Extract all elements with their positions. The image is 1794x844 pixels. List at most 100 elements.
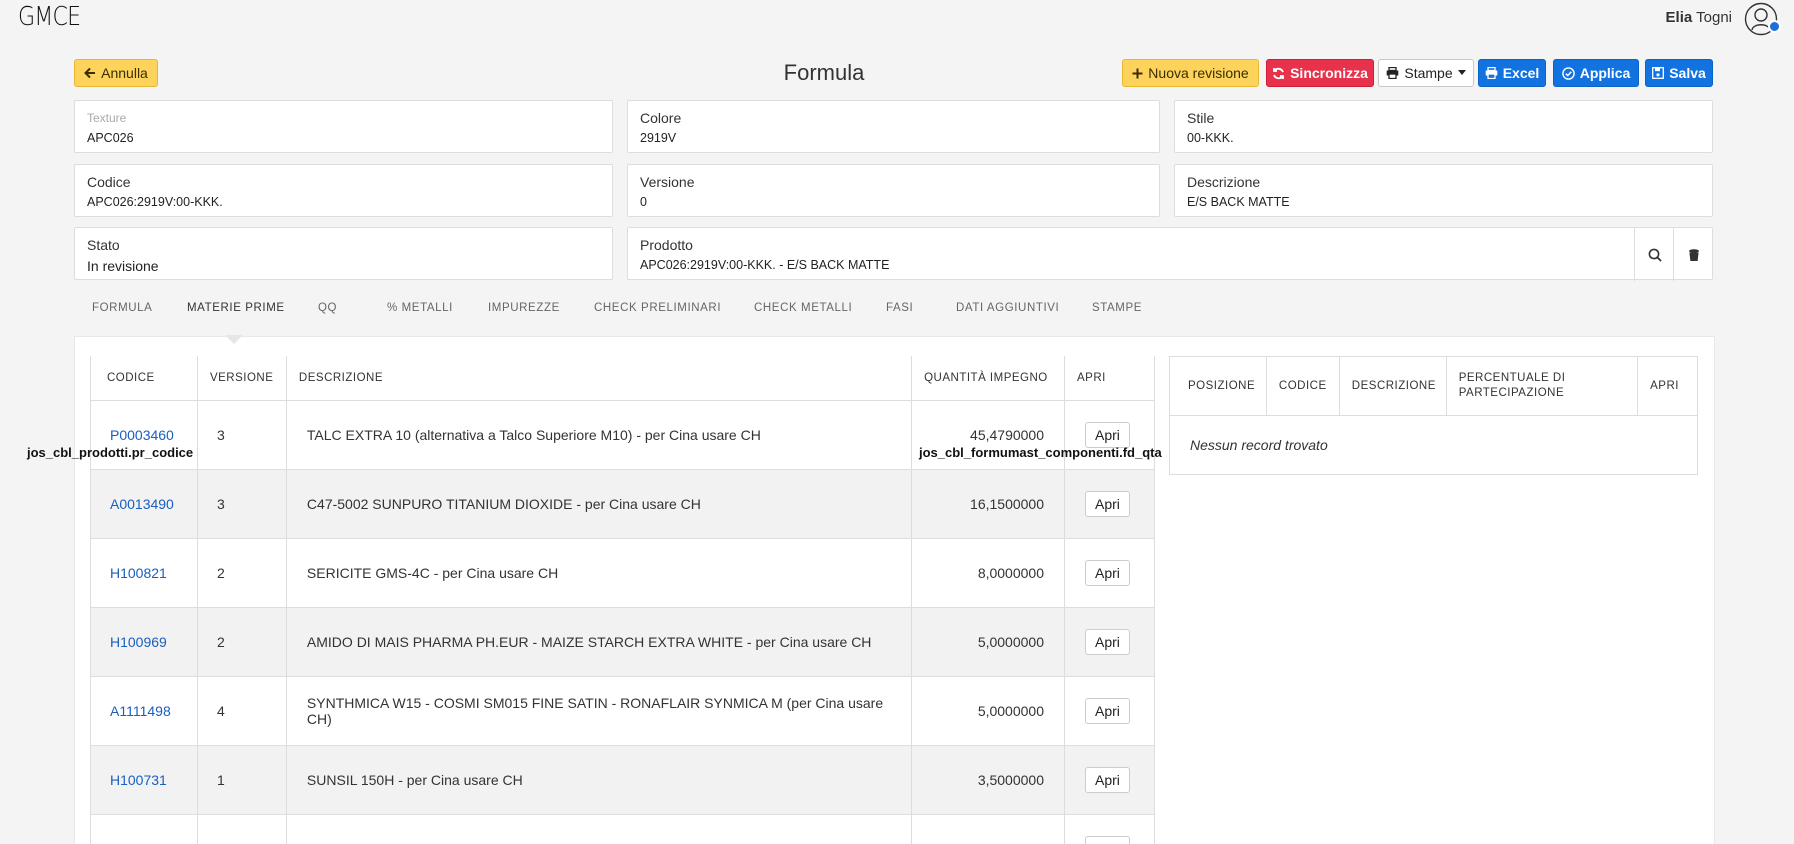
open-button[interactable]: Apri [1085, 421, 1130, 448]
row-open-cell: Apri [1064, 745, 1155, 815]
tab-check-preliminari[interactable]: CHECK PRELIMINARI [594, 302, 721, 314]
user-first-name: Elia [1665, 9, 1693, 26]
clear-button[interactable] [1673, 228, 1713, 281]
row-code-link[interactable]: A0013490 [90, 469, 198, 539]
save-icon [1652, 67, 1665, 79]
row-code-link[interactable]: H100731 [90, 745, 198, 815]
plus-icon [1132, 68, 1143, 78]
new-revision-label: Nuova revisione [1148, 65, 1249, 81]
excel-button[interactable]: Excel [1478, 59, 1546, 87]
table-row: H100731 1 SUNSIL 150H - per Cina usare C… [90, 745, 1155, 815]
stile-label: Stile [1187, 110, 1215, 126]
tab-stampe[interactable]: STAMPE [1092, 302, 1142, 314]
prodotto-label: Prodotto [640, 237, 693, 253]
printer-icon [1387, 67, 1399, 79]
stato-value: In revisione [87, 258, 159, 274]
print-dropdown-button[interactable]: Stampe [1378, 59, 1474, 87]
row-code-link[interactable]: H100969 [90, 607, 198, 677]
col-header-quantita[interactable]: QUANTITÀ IMPEGNO [911, 356, 1065, 401]
descrizione-label: Descrizione [1187, 174, 1261, 190]
sync-icon [1273, 67, 1284, 79]
trash-icon [1688, 248, 1699, 261]
col-header-codice[interactable]: CODICE [1265, 356, 1340, 416]
tab-materie-prime[interactable]: MATERIE PRIME [187, 302, 285, 314]
row-open-cell: Apri [1064, 607, 1155, 677]
search-button[interactable] [1634, 228, 1674, 281]
versione-field[interactable]: Versione 0 [627, 164, 1160, 217]
codice-field[interactable]: Codice APC026:2919V:00-KKK. [74, 164, 613, 217]
materials-table: CODICE VERSIONE DESCRIZIONE QUANTITÀ IMP… [90, 356, 1155, 844]
col-header-percentuale[interactable]: PERCENTUALE DI PARTECIPAZIONE [1445, 356, 1639, 416]
cancel-label: Annulla [101, 65, 148, 81]
status-dot [1768, 20, 1781, 33]
tab-qq[interactable]: QQ [318, 302, 337, 314]
row-code-link[interactable]: A1111498 [90, 676, 198, 746]
row-open-cell: Apri [1064, 814, 1155, 844]
row-qty: 3,5000000 [911, 745, 1065, 815]
table-header-row: CODICE VERSIONE DESCRIZIONE QUANTITÀ IMP… [90, 356, 1155, 401]
codice-label: Codice [87, 174, 131, 190]
empty-row: Nessun record trovato [1169, 415, 1698, 475]
print-label: Stampe [1404, 65, 1453, 81]
row-open-cell: Apri [1064, 469, 1155, 539]
descrizione-value: E/S BACK MATTE [1187, 195, 1290, 209]
row-code-link[interactable]: H1003064 [90, 814, 198, 844]
excel-label: Excel [1502, 65, 1540, 81]
sync-label: Sincronizza [1290, 65, 1368, 81]
tab-formula[interactable]: FORMULA [92, 302, 152, 314]
active-tab-caret [225, 335, 243, 344]
caret-down-icon [1457, 70, 1466, 75]
row-qty: 16,1500000 [911, 469, 1065, 539]
tab-impurezze[interactable]: IMPUREZZE [488, 302, 560, 314]
cancel-button[interactable]: Annulla [74, 59, 158, 87]
apply-button[interactable]: Applica [1553, 59, 1639, 87]
stato-label: Stato [87, 237, 120, 253]
col-header-descrizione[interactable]: DESCRIZIONE [1338, 356, 1447, 416]
row-code-link[interactable]: H100821 [90, 538, 198, 608]
col-header-codice[interactable]: CODICE [90, 356, 198, 401]
colore-field[interactable]: Colore 2919V [627, 100, 1160, 153]
side-header-row: POSIZIONE CODICE DESCRIZIONE PERCENTUALE… [1169, 356, 1698, 416]
row-description: AMIDO DI MAIS PHARMA PH.EUR - MAIZE STAR… [286, 607, 913, 677]
stato-field[interactable]: Stato In revisione [74, 227, 613, 280]
row-version: 4 [197, 676, 287, 746]
open-button[interactable]: Apri [1085, 766, 1130, 793]
open-button[interactable]: Apri [1085, 835, 1130, 844]
code-field-overlay-label: jos_cbl_prodotti.pr_codice [27, 445, 194, 460]
col-header-versione[interactable]: VERSIONE [197, 356, 287, 401]
tab-dati-aggiuntivi[interactable]: DATI AGGIUNTIVI [956, 302, 1059, 314]
col-header-posizione[interactable]: POSIZIONE [1169, 356, 1267, 416]
texture-field[interactable]: Texture APC026 [74, 100, 613, 153]
arrow-left-icon [84, 67, 96, 79]
tab-check-metalli[interactable]: CHECK METALLI [754, 302, 852, 314]
page-title: Formula [783, 60, 865, 85]
open-button[interactable]: Apri [1085, 628, 1130, 655]
tab-metalli[interactable]: % METALLI [387, 302, 453, 314]
save-button[interactable]: Salva [1645, 59, 1713, 87]
open-button[interactable]: Apri [1085, 697, 1130, 724]
row-description: DRY-FLO TS - per Cina usare CH [286, 814, 913, 844]
search-icon [1648, 248, 1662, 262]
versione-value: 0 [640, 195, 647, 209]
user-name[interactable]: Elia Togni [1666, 9, 1732, 26]
open-button[interactable]: Apri [1085, 559, 1130, 586]
prodotto-field[interactable]: Prodotto APC026:2919V:00-KKK. - E/S BACK… [627, 227, 1713, 281]
apply-label: Applica [1579, 65, 1631, 81]
new-revision-button[interactable]: Nuova revisione [1122, 59, 1259, 87]
open-button[interactable]: Apri [1085, 490, 1130, 517]
save-label: Salva [1669, 65, 1706, 81]
empty-message: Nessun record trovato [1169, 415, 1698, 475]
row-qty: 3,0000000 [911, 814, 1065, 844]
tab-fasi[interactable]: FASI [886, 302, 913, 314]
stile-field[interactable]: Stile 00-KKK. [1174, 100, 1713, 153]
table-row: H100969 2 AMIDO DI MAIS PHARMA PH.EUR - … [90, 607, 1155, 677]
table-row: A0013490 3 C47-5002 SUNPURO TITANIUM DIO… [90, 469, 1155, 539]
row-description: C47-5002 SUNPURO TITANIUM DIOXIDE - per … [286, 469, 913, 539]
texture-value: APC026 [87, 131, 134, 145]
table-row: H1003064 2 DRY-FLO TS - per Cina usare C… [90, 814, 1155, 844]
table-row: A1111498 4 SYNTHMICA W15 - COSMI SM015 F… [90, 676, 1155, 746]
col-header-descrizione[interactable]: DESCRIZIONE [286, 356, 913, 401]
descrizione-field[interactable]: Descrizione E/S BACK MATTE [1174, 164, 1713, 217]
sync-button[interactable]: Sincronizza [1266, 59, 1374, 87]
prodotto-value: APC026:2919V:00-KKK. - E/S BACK MATTE [640, 258, 890, 272]
